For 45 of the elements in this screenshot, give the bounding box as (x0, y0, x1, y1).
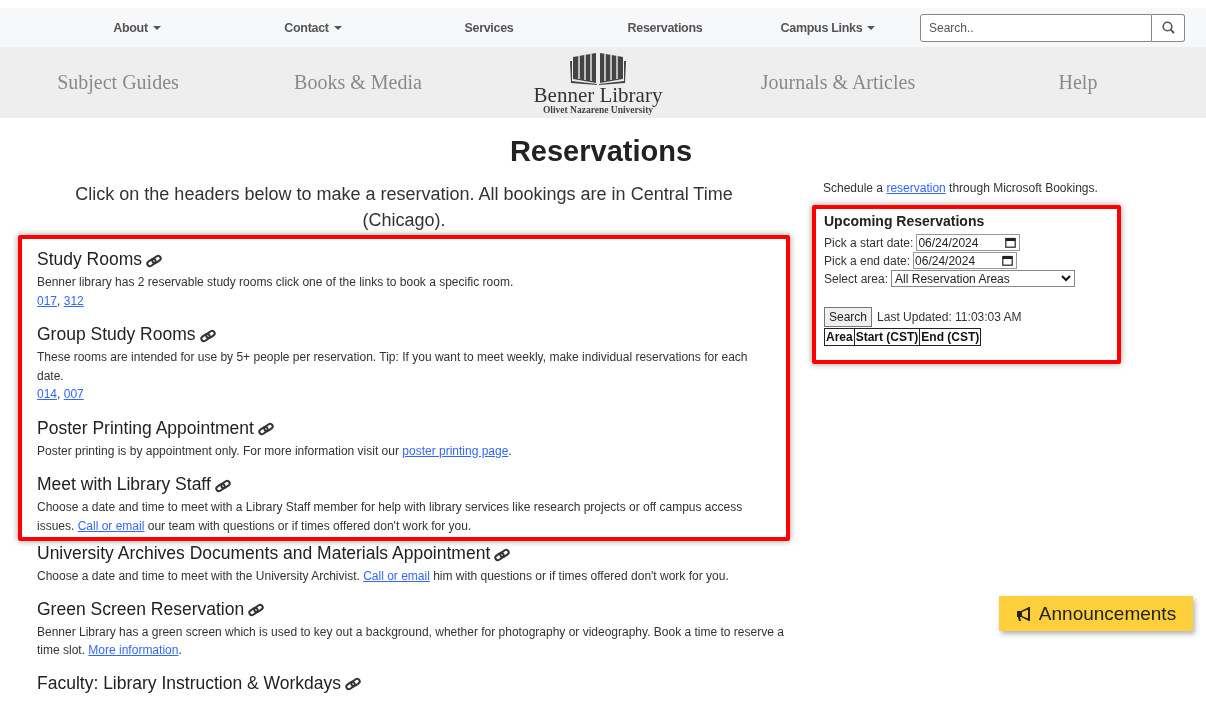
link[interactable]: Call or email (77, 518, 145, 533)
nav-link[interactable]: About (49, 20, 225, 35)
search-button[interactable]: Search (824, 307, 873, 327)
column-header: Start (CST) (854, 328, 920, 346)
panel-heading: Upcoming Reservations (824, 213, 986, 229)
area-select[interactable]: All Reservation Areas (891, 270, 1076, 287)
field-label: Pick a end date: (824, 253, 911, 268)
link[interactable]: 007 (63, 387, 84, 401)
logo-subtitle: Olivet Nazarene University (542, 104, 654, 115)
section-heading-link[interactable]: Study Rooms (37, 247, 143, 271)
description-text: Choose a date and time to meet with the University Archivist. Call or email him with questions or if times offered don't work for you. (37, 568, 730, 585)
description-text: Choose a date and time to meet with a Library Staff member for help with library services like research projects or off campus access issues. Call or email our team with questions or if times offered don't work for you. (37, 499, 744, 535)
nav-link[interactable]: Services (401, 20, 577, 35)
bookings-text: Schedule a reservation through Microsoft Bookings. (823, 181, 1099, 195)
description-text: These rooms are intended for use by 5+ people per reservation. Tip: If you want to meet weekly, make individual reservations for each date. (37, 349, 749, 385)
description-text: Benner library has 2 reservable study rooms click one of the links to book a specific room. (37, 274, 515, 291)
page-title: Reservations (508, 134, 694, 169)
last-updated-text: Last Updated: 11:03:03 AM (877, 310, 1022, 324)
date-field[interactable]: 06/24/2024 (913, 252, 1018, 269)
link[interactable]: 017 (37, 293, 58, 308)
intro-text: Click on the headers below to make a reservation. All bookings are in Central Time (Chicago). (74, 183, 734, 232)
section-heading-link[interactable]: Green Screen Reservation (37, 596, 245, 621)
description-text: 014, 007 (37, 386, 85, 403)
section-heading-link[interactable]: Meet with Library Staff (37, 472, 211, 496)
link[interactable]: 312 (63, 293, 84, 308)
nav-link[interactable]: Campus Links (753, 20, 903, 35)
column-header: Area (824, 328, 855, 346)
date-field[interactable]: 06/24/2024 (916, 234, 1021, 251)
column-header: End (CST) (919, 328, 981, 346)
section-heading-link[interactable]: Faculty: Library Instruction & Workdays (37, 670, 342, 695)
announcements-button[interactable]: Announcements (999, 596, 1193, 631)
description-text: Poster printing is by appointment only. For more information visit our poster printing page. (37, 442, 513, 460)
field-label: Pick a start date: (824, 235, 914, 250)
section-heading-link[interactable]: Group Study Rooms (37, 322, 196, 346)
search-field[interactable]: Search.. (920, 13, 1152, 42)
nav-link[interactable]: Reservations (577, 20, 753, 35)
field-label: Select area: (824, 271, 889, 286)
link[interactable]: reservation (886, 181, 946, 195)
link[interactable]: Call or email (363, 569, 430, 583)
description-text: Benner Library has a green screen which is used to key out a background, whether for photography or videography. Book a time to reserve a time slot. More information. (37, 623, 785, 659)
description-text: 017, 312 (37, 292, 85, 310)
section-heading-link[interactable]: University Archives Documents and Materials Appointment (37, 541, 491, 565)
section-heading-link[interactable]: Poster Printing Appointment (37, 415, 254, 440)
logo-title: Benner Library (533, 84, 663, 105)
nav-link[interactable]: Contact (225, 20, 401, 35)
